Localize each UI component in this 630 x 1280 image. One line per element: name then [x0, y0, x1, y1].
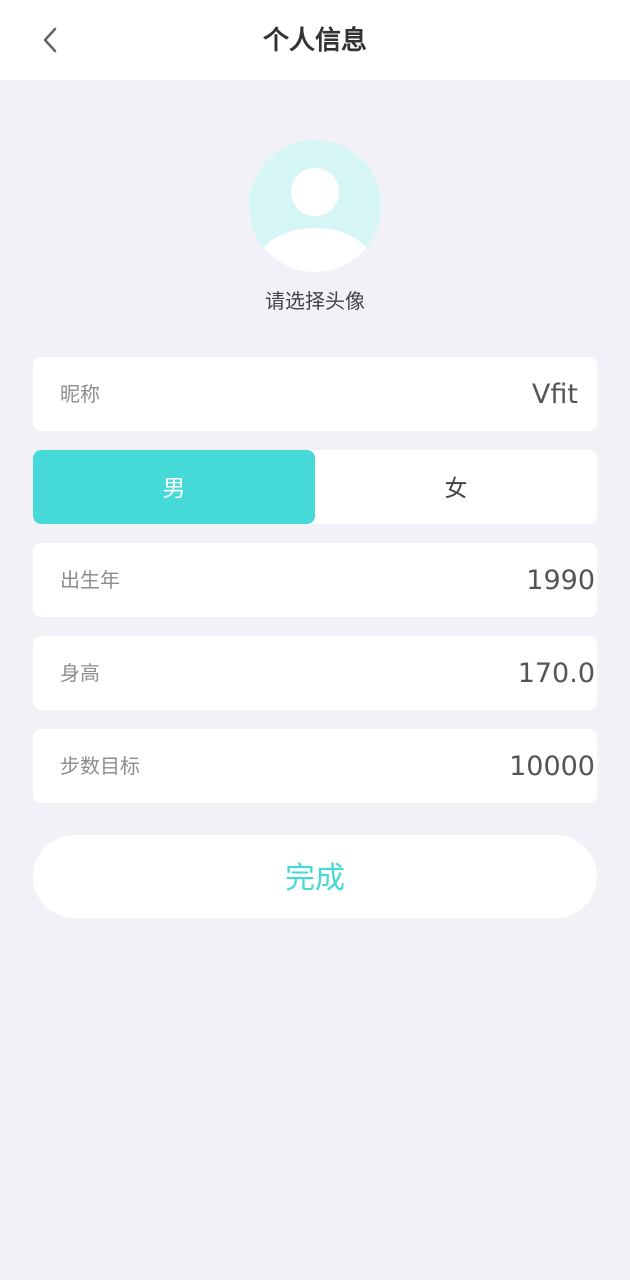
height-row[interactable]: 身高 170.0 — [33, 636, 597, 710]
height-value: 170.0 — [517, 658, 595, 689]
page-title: 个人信息 — [262, 26, 367, 56]
header-bar: 个人信息 — [0, 0, 630, 80]
height-label: 身高 — [60, 661, 100, 685]
nickname-row[interactable]: 昵称 Vfit — [33, 357, 597, 431]
gender-selector: 男 女 — [33, 450, 597, 524]
nickname-value: Vfit — [531, 379, 578, 410]
step-goal-label: 步数目标 — [60, 754, 140, 778]
done-button[interactable]: 完成 — [33, 835, 597, 918]
avatar-hint: 请选择头像 — [265, 289, 365, 313]
user-avatar-icon — [249, 140, 381, 272]
nickname-label: 昵称 — [60, 382, 100, 406]
avatar-picker[interactable] — [249, 140, 381, 272]
step-goal-row[interactable]: 步数目标 10000 — [33, 729, 597, 803]
gender-female-option[interactable]: 女 — [315, 450, 597, 524]
birth-year-value: 1990 — [526, 565, 595, 596]
step-goal-value: 10000 — [509, 751, 595, 782]
gender-male-option[interactable]: 男 — [33, 450, 315, 524]
birth-year-row[interactable]: 出生年 1990 — [33, 543, 597, 617]
birth-year-label: 出生年 — [60, 568, 120, 592]
